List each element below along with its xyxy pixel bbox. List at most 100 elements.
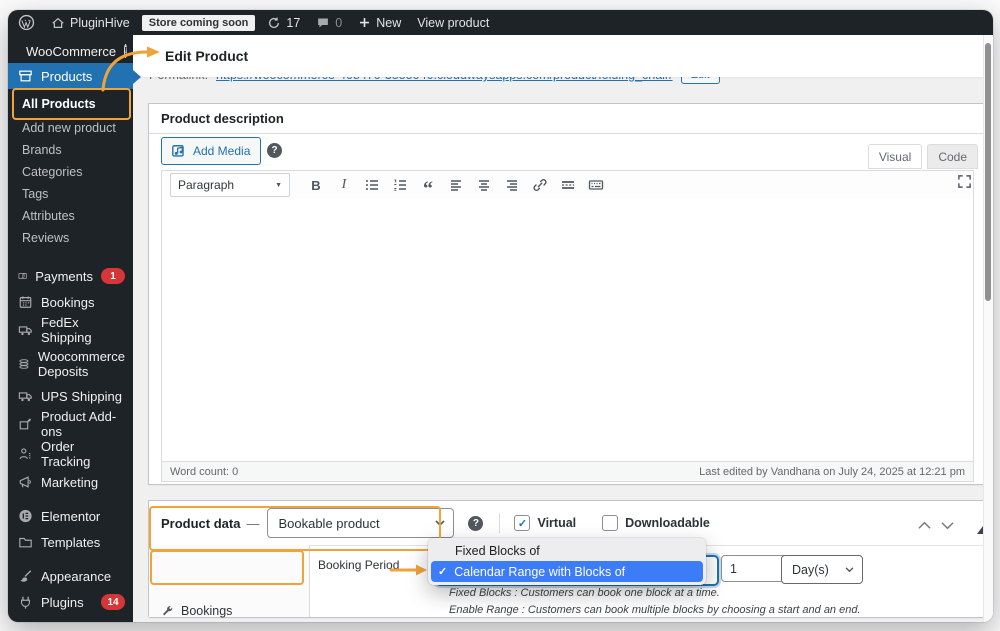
sidebar-item-templates[interactable]: Templates — [8, 529, 133, 555]
chevron-down-icon — [845, 566, 854, 572]
check-icon: ✓ — [438, 566, 448, 578]
product-type-select[interactable]: Bookable product — [267, 508, 455, 538]
scrollbar-track[interactable] — [983, 35, 993, 622]
fullscreen-icon[interactable] — [957, 174, 972, 194]
wordpress-menu[interactable] — [8, 10, 43, 35]
truck-icon — [18, 326, 32, 336]
sidebar-item-plugins[interactable]: Plugins 14 — [8, 589, 133, 615]
comments-count: 0 — [335, 15, 343, 30]
move-up-icon[interactable] — [918, 517, 931, 535]
sidebar-item-label: Bookings — [41, 294, 95, 310]
editor-mode-tabs: Visual Code — [867, 144, 978, 169]
sidebar-item-order-tracking[interactable]: Order Tracking — [8, 439, 133, 469]
media-icon — [172, 144, 184, 157]
sidebar-item-users[interactable]: Users — [8, 615, 133, 623]
sidebar-item-label: Marketing — [41, 474, 99, 490]
tab-label: Bookings — [181, 604, 233, 618]
align-left-button[interactable] — [444, 174, 468, 196]
product-type-help-icon[interactable]: ? — [468, 515, 484, 531]
coins-icon — [19, 359, 29, 369]
megaphone-icon — [19, 476, 31, 488]
sidebar-item-label: UPS Shipping — [41, 388, 122, 404]
submenu-item-all-products[interactable]: All Products — [8, 91, 133, 117]
submenu-item-tags[interactable]: Tags — [8, 183, 133, 205]
keyboard-button[interactable] — [584, 174, 608, 196]
plugin-icon — [20, 596, 31, 609]
paragraph-format-value: Paragraph — [178, 178, 235, 192]
elementor-icon — [19, 509, 32, 523]
product-description-panel: Product description Add Media ? Visual C… — [148, 103, 987, 485]
blockquote-button[interactable]: “ — [416, 174, 440, 199]
submenu-item-add-new-product[interactable]: Add new product — [8, 117, 133, 139]
site-menu[interactable]: PluginHive — [43, 10, 138, 35]
sidebar-item-payments[interactable]: Payments 1 — [8, 263, 133, 289]
submenu-item-categories[interactable]: Categories — [8, 161, 133, 183]
product-data-tabs: Bookings Booking Availability — [149, 545, 310, 618]
sidebar-item-label: Templates — [41, 534, 101, 550]
menu-item-fixed-blocks[interactable]: Fixed Blocks of — [428, 541, 706, 561]
virtual-checkbox[interactable]: ✓ — [514, 515, 531, 531]
downloadable-label: Downloadable — [625, 516, 710, 530]
sidebar-item-label: Products — [41, 68, 93, 84]
tracking-icon — [19, 448, 32, 459]
editor-content-area[interactable] — [162, 199, 973, 462]
editor-help-icon[interactable]: ? — [267, 143, 282, 158]
add-media-label: Add Media — [193, 144, 251, 158]
duration-unit-select[interactable]: Day(s) — [781, 555, 863, 584]
sidebar-item-appearance[interactable]: Appearance — [8, 563, 133, 589]
products-icon — [19, 70, 32, 82]
downloadable-checkbox[interactable] — [602, 515, 619, 531]
submenu-item-brands[interactable]: Brands — [8, 139, 133, 161]
align-right-button[interactable] — [500, 174, 524, 196]
read-more-button[interactable] — [556, 174, 580, 196]
sidebar-item-label: Elementor — [41, 508, 101, 524]
sidebar-item-products[interactable]: Products — [8, 63, 133, 89]
comments-menu[interactable]: 0 — [308, 10, 350, 35]
main-content: Permalink: https://woocommerce-408470-35… — [133, 35, 993, 622]
italic-button[interactable]: I — [332, 174, 356, 196]
new-content-menu[interactable]: New — [350, 10, 409, 35]
updates-menu[interactable]: 17 — [259, 10, 308, 35]
bullet-list-button[interactable] — [360, 174, 384, 196]
link-button[interactable] — [528, 174, 552, 196]
editor-status-bar: Word count: 0 Last edited by Vandhana on… — [162, 461, 973, 481]
sidebar-item-ups-shipping[interactable]: UPS Shipping — [8, 383, 133, 409]
product-type-value: Bookable product — [278, 515, 380, 531]
duration-input[interactable] — [721, 555, 787, 582]
folder-icon — [19, 537, 32, 548]
description-panel-header: Product description — [149, 104, 986, 134]
products-submenu: All Products Add new product Brands Cate… — [8, 89, 133, 255]
wrench-icon — [162, 605, 173, 615]
help-fixed-blocks: Fixed Blocks : Customers can book one bl… — [449, 587, 720, 599]
submenu-item-attributes[interactable]: Attributes — [8, 205, 133, 227]
sidebar-item-marketing[interactable]: Marketing — [8, 469, 133, 495]
comment-icon — [318, 18, 329, 28]
add-media-button[interactable]: Add Media — [161, 137, 262, 165]
tab-visual[interactable]: Visual — [867, 144, 923, 169]
product-data-dash: — — [246, 515, 260, 531]
scrollbar-thumb[interactable] — [985, 43, 991, 301]
align-center-button[interactable] — [472, 174, 496, 196]
move-down-icon[interactable] — [941, 517, 954, 535]
brush-icon — [20, 570, 32, 582]
tab-code[interactable]: Code — [927, 144, 978, 169]
sidebar-item-woocommerce[interactable]: WooCommerce ! — [8, 39, 133, 63]
tab-bookings[interactable]: Bookings — [153, 597, 311, 622]
bold-button[interactable]: B — [304, 174, 328, 196]
view-product-menu[interactable]: View product — [409, 10, 497, 35]
sidebar-item-woocommerce-deposits[interactable]: Woocommerce Deposits — [8, 345, 133, 383]
sidebar-item-label: Plugins — [41, 594, 84, 610]
paragraph-format-dropdown[interactable]: Paragraph ▼ — [170, 173, 290, 197]
sidebar-item-product-add-ons[interactable]: Product Add-ons — [8, 409, 133, 439]
numbered-list-button[interactable] — [388, 174, 412, 196]
submenu-item-reviews[interactable]: Reviews — [8, 227, 133, 249]
sidebar-item-label: Order Tracking — [41, 439, 91, 469]
page-header: Edit Product — [133, 35, 993, 77]
product-data-title: Product data — [161, 515, 241, 531]
coming-soon-badge: Store coming soon — [141, 14, 256, 31]
menu-item-calendar-range[interactable]: ✓ Calendar Range with Blocks of — [431, 561, 703, 582]
sidebar-item-fedex-shipping[interactable]: FedEx Shipping — [8, 315, 133, 345]
sidebar-item-elementor[interactable]: Elementor — [8, 503, 133, 529]
count-badge: 1 — [101, 268, 125, 284]
sidebar-item-bookings[interactable]: Bookings — [8, 289, 133, 315]
